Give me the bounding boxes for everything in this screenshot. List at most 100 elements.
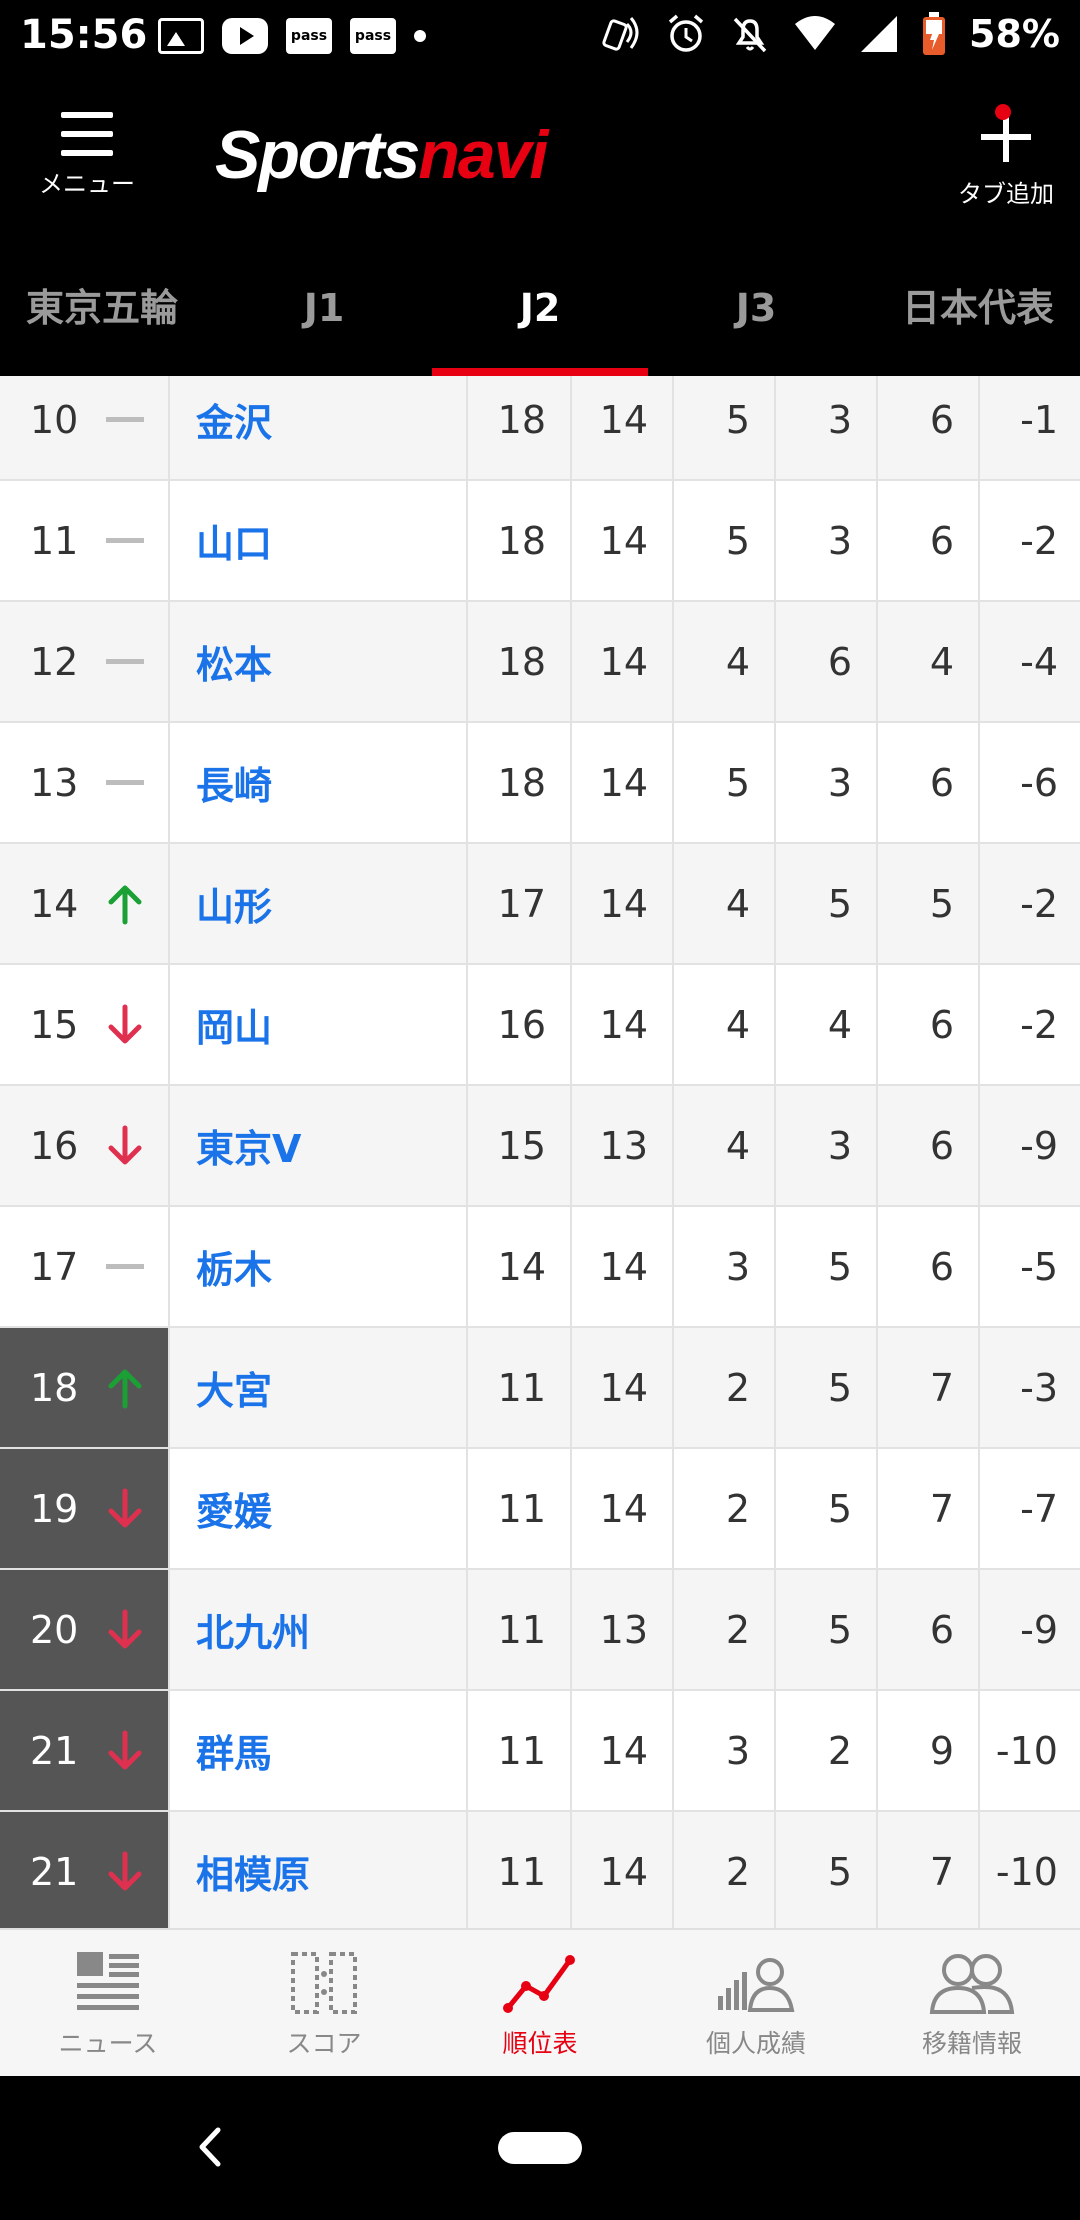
tab-japan-national-team[interactable]: 日本代表 — [876, 264, 1080, 376]
mute-bell-icon — [733, 17, 767, 53]
nav-transfers-label: 移籍情報 — [921, 2029, 1022, 2058]
played-cell: 14 — [572, 844, 674, 963]
team-link[interactable]: 北九州 — [172, 1570, 468, 1689]
wins-cell: 2 — [674, 1812, 776, 1928]
goal-diff-cell: -2 — [1020, 1002, 1058, 1047]
tab-j3[interactable]: J3 — [648, 264, 864, 376]
system-status-icons: 58% — [599, 12, 1060, 56]
home-button[interactable] — [498, 2132, 582, 2164]
draws-cell: 6 — [776, 602, 878, 721]
team-link[interactable]: 山口 — [172, 481, 468, 600]
plus-icon — [981, 104, 1031, 162]
notification-dot-icon — [995, 104, 1011, 120]
team-link[interactable]: 岡山 — [172, 965, 468, 1084]
team-link[interactable]: 松本 — [172, 602, 468, 721]
losses-cell: 6 — [878, 965, 980, 1084]
team-link[interactable]: 群馬 — [172, 1691, 468, 1810]
sportsnavi-logo: Sportsnavi — [215, 117, 548, 193]
losses-cell: 6 — [878, 1086, 980, 1205]
add-tab-button[interactable]: タブ追加 — [946, 104, 1066, 209]
draws-cell: 3 — [776, 723, 878, 842]
wins-cell: 3 — [674, 1691, 776, 1810]
transfer-icon — [929, 1954, 1015, 2014]
signal-icon — [861, 16, 898, 52]
rank-cell: 10 — [0, 376, 170, 479]
draws-cell: 5 — [776, 1812, 878, 1928]
points-cell: 18 — [470, 723, 572, 842]
goal-diff-cell: -4 — [1020, 639, 1058, 684]
trend-down-arrow-icon — [102, 1849, 148, 1895]
wins-cell: 4 — [674, 602, 776, 721]
played-cell: 14 — [572, 1328, 674, 1447]
rank-cell: 13 — [0, 723, 170, 842]
table-row: 20 北九州 11 13 2 5 6 -9 — [0, 1570, 1080, 1691]
table-row: 12 松本 18 14 4 6 4 -4 — [0, 602, 1080, 723]
rank-number: 10 — [30, 397, 79, 442]
team-link[interactable]: 相模原 — [172, 1812, 468, 1928]
rank-number: 14 — [30, 881, 79, 926]
goal-diff-cell: -2 — [1020, 881, 1058, 926]
played-cell: 14 — [572, 602, 674, 721]
played-cell: 13 — [572, 1086, 674, 1205]
rank-cell: 21 — [0, 1691, 170, 1810]
add-tab-label: タブ追加 — [958, 180, 1054, 208]
menu-button[interactable]: メニュー — [32, 112, 142, 212]
tab-j2[interactable]: J2 — [432, 264, 648, 376]
table-row: 17 栃木 14 14 3 5 6 -5 — [0, 1207, 1080, 1328]
played-cell: 14 — [572, 481, 674, 600]
trend-down-arrow-icon — [102, 1123, 148, 1169]
points-cell: 17 — [470, 844, 572, 963]
losses-cell: 6 — [878, 1207, 980, 1326]
team-link[interactable]: 山形 — [172, 844, 468, 963]
team-link[interactable]: 大宮 — [172, 1328, 468, 1447]
rank-number: 16 — [30, 1123, 79, 1168]
points-cell: 11 — [470, 1328, 572, 1447]
rank-number: 19 — [30, 1486, 79, 1531]
tab-tokyo-olympics[interactable]: 東京五輪 — [0, 264, 204, 376]
nav-player-stats-label: 個人成績 — [705, 2029, 806, 2058]
rank-cell: 17 — [0, 1207, 170, 1326]
nav-standings[interactable]: 順位表 — [432, 1930, 648, 2078]
draws-cell: 5 — [776, 1207, 878, 1326]
rank-number: 17 — [30, 1244, 79, 1289]
table-row: 16 東京V 15 13 4 3 6 -9 — [0, 1086, 1080, 1207]
table-row: 15 岡山 16 14 4 4 6 -2 — [0, 965, 1080, 1086]
nav-score[interactable]: スコア — [216, 1930, 432, 2078]
nfc-icon — [602, 17, 639, 51]
nav-transfers[interactable]: 移籍情報 — [864, 1930, 1080, 2078]
goal-diff-cell: -9 — [1020, 1607, 1058, 1652]
nav-score-label: スコア — [286, 2029, 362, 2058]
goal-diff-cell: -9 — [1020, 1123, 1058, 1168]
image-icon — [158, 18, 204, 54]
team-link[interactable]: 愛媛 — [172, 1449, 468, 1568]
nav-news[interactable]: ニュース — [0, 1930, 216, 2078]
trend-flat-icon — [102, 760, 148, 806]
draws-cell: 5 — [776, 1328, 878, 1447]
nav-player-stats[interactable]: 個人成績 — [648, 1930, 864, 2078]
draws-cell: 3 — [776, 481, 878, 600]
trend-flat-icon — [102, 518, 148, 564]
losses-cell: 6 — [878, 1570, 980, 1689]
played-cell: 14 — [572, 1812, 674, 1928]
more-notifications-dot-icon — [414, 30, 426, 42]
battery-percent: 58% — [969, 12, 1060, 56]
back-icon[interactable] — [190, 2122, 230, 2172]
points-cell: 18 — [470, 376, 572, 479]
points-cell: 11 — [470, 1812, 572, 1928]
team-link[interactable]: 栃木 — [172, 1207, 468, 1326]
youtube-icon — [222, 18, 268, 54]
system-navigation-bar — [0, 2076, 1080, 2220]
goal-diff-cell: -7 — [1020, 1486, 1058, 1531]
app-header: メニュー Sportsnavi タブ追加 — [0, 72, 1080, 264]
player-stats-icon — [718, 1958, 795, 2012]
hamburger-icon — [61, 112, 113, 156]
team-link[interactable]: 東京V — [172, 1086, 468, 1205]
standings-chart-icon — [503, 1955, 575, 2013]
rank-number: 13 — [30, 760, 79, 805]
table-row: 21 群馬 11 14 3 2 9 -10 — [0, 1691, 1080, 1812]
team-link[interactable]: 長崎 — [172, 723, 468, 842]
rank-number: 20 — [30, 1607, 79, 1652]
team-link[interactable]: 金沢 — [172, 376, 468, 479]
tab-j1[interactable]: J1 — [216, 264, 432, 376]
menu-label: メニュー — [39, 170, 135, 198]
